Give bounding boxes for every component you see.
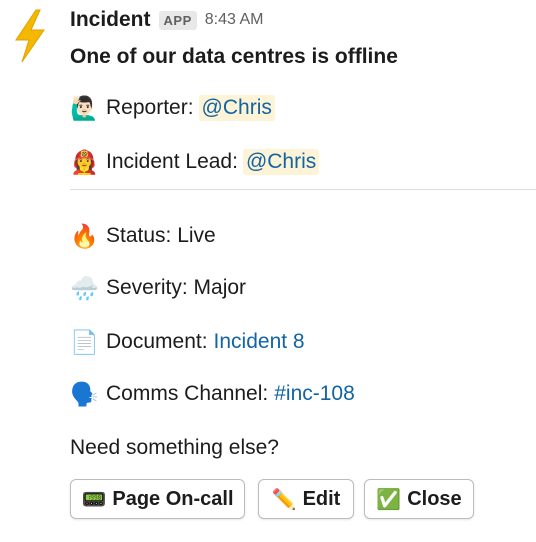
fire-icon: 🔥 bbox=[70, 222, 99, 249]
page-icon: 📄 bbox=[70, 328, 99, 355]
divider bbox=[70, 189, 536, 190]
severity-row: 🌧️ Severity: Major bbox=[70, 268, 246, 308]
edit-button[interactable]: ✏️ Edit bbox=[258, 479, 354, 519]
app-badge: APP bbox=[158, 10, 197, 30]
message-header: Incident APP 8:43 AM bbox=[70, 6, 520, 34]
firefighter-icon: 👩‍🚒 bbox=[70, 148, 99, 175]
incident-lead-label: Incident Lead: bbox=[106, 150, 238, 173]
sender-name[interactable]: Incident bbox=[70, 8, 151, 32]
document-row: 📄 Document: Incident 8 bbox=[70, 322, 305, 362]
pager-icon: 📟 bbox=[81, 488, 107, 511]
app-avatar[interactable] bbox=[10, 8, 50, 64]
status-row: 🔥 Status: Live bbox=[70, 216, 216, 256]
pencil-icon: ✏️ bbox=[271, 488, 297, 511]
close-button[interactable]: ✅ Close bbox=[364, 479, 474, 519]
edit-label: Edit bbox=[302, 487, 341, 510]
comms-channel-row: 🗣️ Comms Channel: #inc-108 bbox=[70, 374, 355, 414]
comms-channel-link[interactable]: #inc-108 bbox=[274, 382, 355, 406]
check-mark-icon: ✅ bbox=[376, 488, 402, 511]
reporter-label: Reporter: bbox=[106, 96, 194, 119]
severity-label: Severity: Major bbox=[106, 276, 247, 299]
need-something-else-text: Need something else? bbox=[70, 436, 279, 459]
page-on-call-label: Page On-call bbox=[112, 487, 234, 510]
prompt-row: Need something else? bbox=[70, 428, 279, 468]
hand-raised-person-icon: 🙋🏻‍♂️ bbox=[70, 94, 99, 121]
incident-lead-row: 👩‍🚒 Incident Lead: @Chris bbox=[70, 142, 320, 182]
document-link[interactable]: Incident 8 bbox=[214, 330, 305, 354]
reporter-mention[interactable]: @Chris bbox=[198, 95, 275, 121]
lightning-icon bbox=[15, 9, 45, 63]
rain-cloud-icon: 🌧️ bbox=[70, 274, 99, 301]
message-timestamp[interactable]: 8:43 AM bbox=[205, 11, 264, 29]
incident-lead-mention[interactable]: @Chris bbox=[242, 149, 320, 175]
document-label: Document: bbox=[106, 330, 208, 353]
reporter-row: 🙋🏻‍♂️ Reporter: @Chris bbox=[70, 88, 275, 128]
close-label: Close bbox=[407, 487, 462, 510]
comms-channel-label: Comms Channel: bbox=[106, 382, 269, 405]
page-on-call-button[interactable]: 📟 Page On-call bbox=[70, 479, 245, 519]
status-label: Status: Live bbox=[106, 224, 216, 247]
speaking-head-icon: 🗣️ bbox=[70, 380, 99, 407]
incident-title: One of our data centres is offline bbox=[70, 45, 398, 68]
message-body: Incident APP 8:43 AM One of our data cen… bbox=[70, 6, 536, 459]
